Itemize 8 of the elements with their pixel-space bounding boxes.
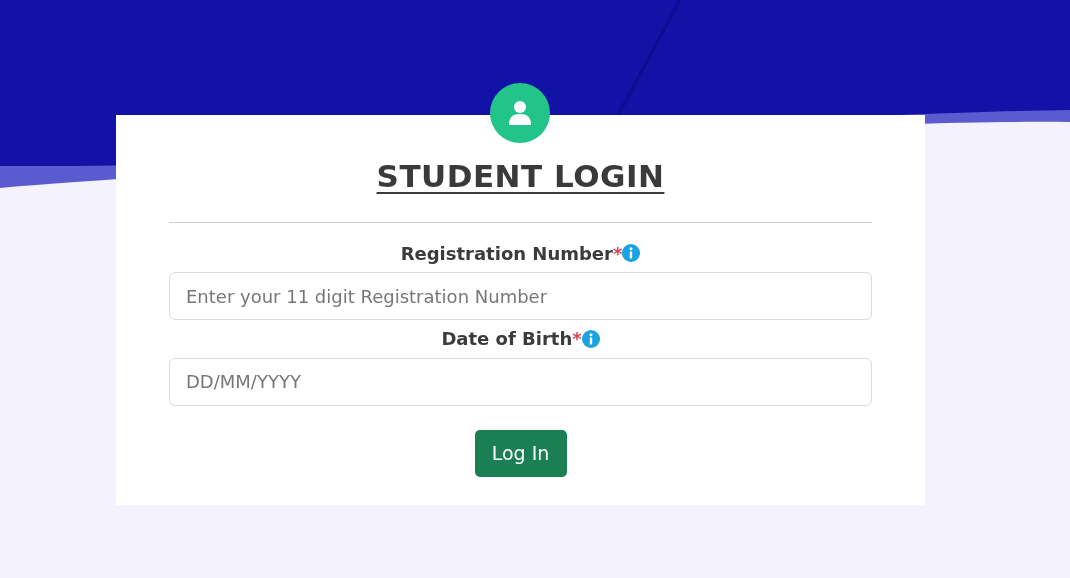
required-mark: *	[612, 242, 623, 265]
login-title: STUDENT LOGIN	[376, 158, 665, 194]
field-label: Registration Number	[400, 242, 613, 265]
login-button[interactable]: Log In	[474, 429, 567, 477]
required-mark: *	[572, 328, 582, 350]
field-label: Date of Birth	[441, 328, 573, 350]
input-field[interactable]: DD/MM/YYYY	[169, 357, 872, 406]
input-field[interactable]: Enter your 11 digit Registration Number	[169, 272, 872, 321]
